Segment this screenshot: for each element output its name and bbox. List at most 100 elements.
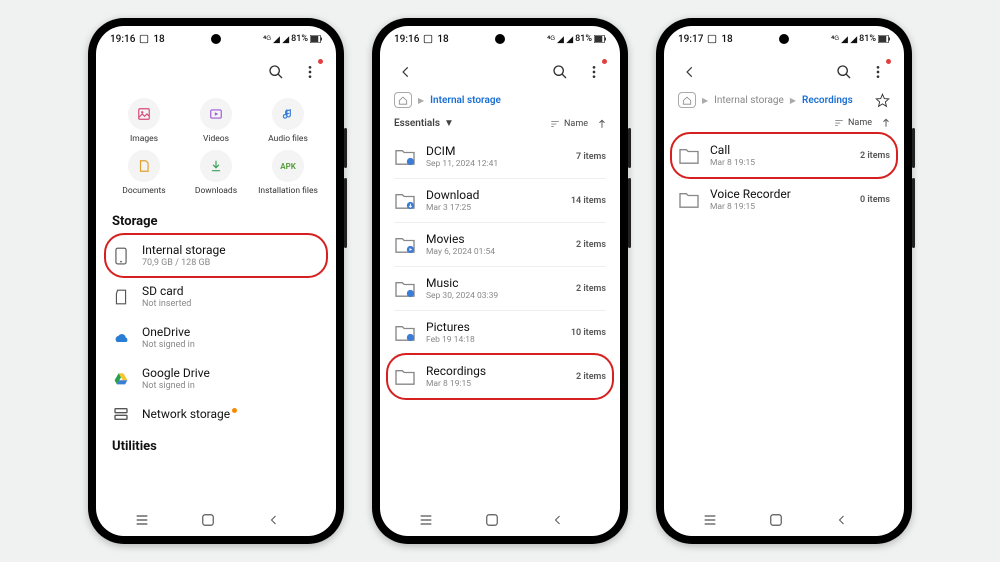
notification-dot [886, 59, 891, 64]
search-button[interactable] [832, 60, 856, 84]
home-icon [682, 96, 692, 105]
breadcrumb-home[interactable] [678, 92, 696, 108]
storage-item-title: Network storage [142, 407, 320, 421]
battery-icon [594, 35, 606, 43]
essentials-filter[interactable]: Essentials ▼ [394, 118, 454, 129]
sort-control[interactable]: Name [550, 119, 588, 129]
folder-title: Recordings [426, 364, 566, 378]
camera-hole [495, 34, 505, 44]
folder-sub: Mar 8 19:15 [710, 158, 850, 168]
folder-sub: Feb 19 14:18 [426, 335, 561, 345]
arrow-up-icon [598, 119, 606, 129]
image-icon [139, 34, 149, 44]
recent-apps-button[interactable] [418, 513, 448, 527]
recent-apps-button[interactable] [702, 513, 732, 527]
folder-list: CallMar 8 19:15 2 items Voice RecorderMa… [664, 134, 904, 221]
star-icon [875, 93, 890, 108]
category-documents[interactable]: Documents [110, 150, 178, 196]
recent-apps-button[interactable] [134, 513, 164, 527]
sort-row: Name [664, 116, 904, 134]
category-label: Documents [110, 186, 178, 196]
sort-direction[interactable] [598, 119, 606, 129]
phone-3: 19:17 18 ⁴ᴳ ◢ ◢ 81% [656, 18, 912, 544]
favorite-button[interactable] [875, 93, 890, 108]
folder-call[interactable]: CallMar 8 19:15 2 items [664, 134, 904, 177]
back-button[interactable] [268, 513, 298, 527]
storage-internal[interactable]: Internal storage 70,9 GB / 128 GB [96, 235, 336, 276]
breadcrumb-home[interactable] [394, 92, 412, 108]
category-label: Images [110, 134, 178, 144]
more-button[interactable] [298, 60, 322, 84]
android-nav-bar [96, 508, 336, 536]
apk-icon: APK [272, 150, 304, 182]
folder-count: 2 items [860, 151, 890, 161]
folder-recordings[interactable]: RecordingsMar 8 19:15 2 items [380, 355, 620, 398]
audio-icon [281, 107, 295, 121]
home-button[interactable] [769, 513, 799, 527]
breadcrumb-internal-storage[interactable]: Internal storage [714, 95, 784, 106]
folder-sub: May 6, 2024 01:54 [426, 247, 566, 257]
back-button[interactable] [394, 60, 418, 84]
category-videos[interactable]: Videos [182, 98, 250, 144]
folder-icon [678, 191, 700, 209]
folder-sub: Sep 11, 2024 12:41 [426, 159, 566, 169]
home-button[interactable] [485, 513, 515, 527]
more-vert-icon [870, 64, 886, 80]
search-button[interactable] [264, 60, 288, 84]
folder-music[interactable]: MusicSep 30, 2024 03:39 2 items [380, 267, 620, 310]
category-downloads[interactable]: Downloads [182, 150, 250, 196]
storage-network[interactable]: Network storage [96, 399, 336, 429]
breadcrumb: ▶ Internal storage ▶ Recordings [664, 88, 904, 116]
folder-movies[interactable]: MoviesMay 6, 2024 01:54 2 items [380, 223, 620, 266]
home-button[interactable] [201, 513, 231, 527]
folder-title: Voice Recorder [710, 187, 850, 201]
battery-icon [878, 35, 890, 43]
back-button[interactable] [836, 513, 866, 527]
breadcrumb-recordings[interactable]: Recordings [802, 95, 853, 106]
folder-icon [394, 192, 416, 210]
sort-label: Name [564, 119, 588, 129]
folder-count: 2 items [576, 240, 606, 250]
sort-icon [834, 119, 844, 127]
folder-icon [678, 147, 700, 165]
more-vert-icon [586, 64, 602, 80]
more-vert-icon [302, 64, 318, 80]
back-button[interactable] [552, 513, 582, 527]
category-images[interactable]: Images [110, 98, 178, 144]
status-time: 19:16 [110, 34, 135, 45]
status-battery: 81% [859, 34, 876, 44]
camera-hole [779, 34, 789, 44]
category-audio[interactable]: Audio files [254, 98, 322, 144]
more-button[interactable] [866, 60, 890, 84]
phone-1: 19:16 18 ⁴ᴳ ◢ ◢ 81% [88, 18, 344, 544]
folder-pictures[interactable]: PicturesFeb 19 14:18 10 items [380, 311, 620, 354]
folder-dcim[interactable]: DCIMSep 11, 2024 12:41 7 items [380, 135, 620, 178]
folder-icon [394, 280, 416, 298]
folder-download[interactable]: DownloadMar 3 17:25 14 items [380, 179, 620, 222]
back-button[interactable] [678, 60, 702, 84]
search-button[interactable] [548, 60, 572, 84]
essentials-label: Essentials [394, 118, 440, 129]
android-nav-bar [664, 508, 904, 536]
folder-icon [394, 324, 416, 342]
folder-title: Pictures [426, 320, 561, 334]
storage-item-sub: Not inserted [142, 299, 320, 309]
phone-2: 19:16 18 ⁴ᴳ ◢ ◢ 81% [372, 18, 628, 544]
status-battery: 81% [291, 34, 308, 44]
chevron-left-icon [399, 65, 413, 79]
folder-sub: Mar 3 17:25 [426, 203, 561, 213]
category-apk[interactable]: APK Installation files [254, 150, 322, 196]
status-notif-count: 18 [153, 34, 164, 45]
more-button[interactable] [582, 60, 606, 84]
storage-googledrive[interactable]: Google Drive Not signed in [96, 358, 336, 399]
category-label: Videos [182, 134, 250, 144]
toolbar [96, 52, 336, 88]
breadcrumb-internal-storage[interactable]: Internal storage [430, 95, 501, 106]
image-icon [707, 34, 717, 44]
sort-control[interactable]: Name [834, 118, 872, 128]
storage-onedrive[interactable]: OneDrive Not signed in [96, 317, 336, 358]
storage-sdcard[interactable]: SD card Not inserted [96, 276, 336, 317]
sort-direction[interactable] [882, 118, 890, 128]
storage-item-title: SD card [142, 284, 320, 298]
folder-voice-recorder[interactable]: Voice RecorderMar 8 19:15 0 items [664, 178, 904, 221]
